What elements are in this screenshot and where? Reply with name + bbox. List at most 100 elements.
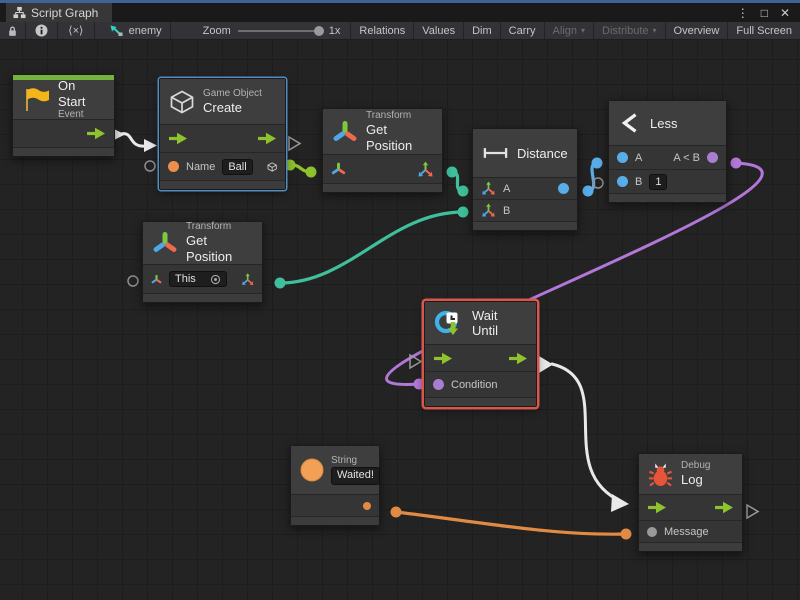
code-view-button[interactable]: ⟨×⟩ — [58, 22, 95, 39]
unconnected-hint-wait-in — [410, 355, 421, 368]
object-picker-icon[interactable] — [210, 274, 221, 285]
transform-input-port[interactable] — [331, 162, 346, 176]
node-less[interactable]: Less A A < B B 1 — [608, 100, 727, 203]
zoom-value: 1x — [329, 25, 341, 37]
distribute-label: Distribute — [602, 25, 648, 37]
name-input-port[interactable] — [168, 161, 179, 172]
code-view-glyph: ⟨×⟩ — [68, 24, 83, 37]
wire-getposition-distance-a[interactable] — [452, 172, 463, 191]
chevron-down-icon: ▾ — [581, 26, 585, 35]
name-value-field[interactable]: Ball — [222, 159, 252, 175]
wire-distance-less[interactable] — [588, 163, 597, 191]
flow-ports-row[interactable] — [160, 125, 285, 153]
distance-output-port[interactable] — [558, 183, 569, 194]
maximize-icon[interactable]: □ — [761, 6, 768, 20]
node-category: Game Object — [203, 88, 262, 100]
align-label: Align — [553, 25, 577, 37]
close-icon[interactable]: ✕ — [780, 6, 790, 20]
this-target-field[interactable]: This — [169, 271, 227, 287]
distance-ruler-icon — [482, 146, 509, 160]
node-debug-log[interactable]: Debug Log Message — [638, 453, 743, 552]
wire-getposition-distance-b[interactable] — [280, 212, 463, 283]
zoom-label: Zoom — [203, 25, 231, 37]
string-output-port[interactable] — [363, 502, 371, 510]
node-get-position-bottom[interactable]: Transform Get Position This — [142, 221, 263, 303]
node-subtitle: Event — [58, 109, 105, 121]
flow-ports-row[interactable] — [425, 345, 536, 372]
node-get-position-top[interactable]: Transform Get Position — [322, 108, 443, 193]
this-value: This — [175, 273, 196, 285]
node-title: Distance — [517, 146, 568, 161]
less-than-icon — [618, 110, 642, 136]
node-footer — [291, 517, 379, 525]
node-footer — [323, 184, 442, 192]
zoom-slider-handle[interactable] — [314, 26, 324, 36]
message-row: Message — [639, 521, 742, 543]
b-input-port[interactable] — [617, 176, 628, 187]
wire-onstart-create[interactable] — [121, 134, 146, 147]
node-title: Less — [650, 116, 677, 131]
input-b-row: B 1 — [609, 170, 726, 194]
node-title: Get Position — [186, 233, 253, 264]
flow-arrow-icon — [433, 352, 453, 365]
node-footer — [143, 294, 262, 302]
relations-button[interactable]: Relations — [350, 22, 414, 39]
port-label: A — [635, 152, 642, 164]
transform-icon — [152, 231, 178, 255]
wire-waituntil-log[interactable] — [552, 364, 622, 502]
titlebar: Script Graph ⋮ □ ✕ — [0, 3, 800, 22]
flow-ports-row[interactable] — [639, 495, 742, 521]
node-title: Get Position — [366, 122, 433, 153]
string-type-icon — [300, 458, 324, 482]
lock-button[interactable] — [0, 22, 26, 39]
flow-arrow-icon — [714, 501, 734, 514]
zoom-slider[interactable] — [238, 30, 322, 32]
vector3-input-port[interactable] — [481, 181, 496, 196]
result-label: A < B — [673, 152, 700, 164]
window-menu-icon[interactable]: ⋮ — [737, 6, 749, 20]
flow-arrow-icon — [168, 132, 188, 145]
unconnected-hint-name — [145, 161, 155, 171]
overview-button[interactable]: Overview — [666, 22, 729, 39]
align-dropdown[interactable]: Align ▾ — [545, 22, 594, 39]
zoom-control: Zoom 1x — [171, 22, 351, 39]
tab-script-graph[interactable]: Script Graph — [6, 3, 112, 22]
node-string-literal[interactable]: String Waited! — [290, 445, 380, 526]
vector3-output-port[interactable] — [417, 161, 434, 178]
transform-input-port[interactable] — [151, 273, 162, 286]
node-distance[interactable]: Distance A B — [472, 128, 578, 231]
graph-toolbar: ⟨×⟩ enemy Zoom 1x Relations Values Dim C… — [0, 22, 800, 40]
carry-button[interactable]: Carry — [501, 22, 545, 39]
vector3-input-port[interactable] — [481, 203, 496, 218]
node-wait-until[interactable]: Wait Until Condition — [424, 301, 537, 407]
wire-create-getposition[interactable] — [290, 165, 311, 172]
node-create-game-object[interactable]: Game Object Create Name Ball — [159, 78, 286, 190]
unconnected-hint-create-out — [289, 137, 300, 150]
node-type-label: String — [331, 455, 380, 467]
vector3-output-port[interactable] — [241, 271, 254, 288]
inspect-button[interactable] — [26, 22, 58, 39]
b-value-field[interactable]: 1 — [649, 174, 667, 190]
node-on-start[interactable]: On Start Event — [12, 74, 115, 157]
port-label: Message — [664, 526, 709, 538]
input-b-row: B — [473, 200, 577, 222]
game-object-output-port[interactable] — [267, 159, 277, 175]
graph-canvas[interactable]: On Start Event Game Object Create — [0, 40, 800, 600]
a-input-port[interactable] — [617, 152, 628, 163]
condition-input-port[interactable] — [433, 379, 444, 390]
result-output-port[interactable] — [707, 152, 718, 163]
dim-button[interactable]: Dim — [464, 22, 501, 39]
wire-waituntil-log-start — [539, 356, 553, 373]
message-input-port[interactable] — [647, 527, 657, 537]
fullscreen-button[interactable]: Full Screen — [728, 22, 800, 39]
graph-breadcrumb[interactable]: enemy — [95, 22, 171, 39]
distribute-dropdown[interactable]: Distribute ▾ — [594, 22, 665, 39]
string-value-field[interactable]: Waited! — [331, 467, 380, 484]
wire-string-log-message[interactable] — [396, 512, 626, 534]
node-title: Wait Until — [472, 308, 527, 338]
node-footer — [639, 543, 742, 551]
flow-output-port[interactable] — [13, 120, 114, 148]
flow-arrow-icon — [508, 352, 528, 365]
ports-row: This — [143, 265, 262, 294]
values-button[interactable]: Values — [414, 22, 464, 39]
